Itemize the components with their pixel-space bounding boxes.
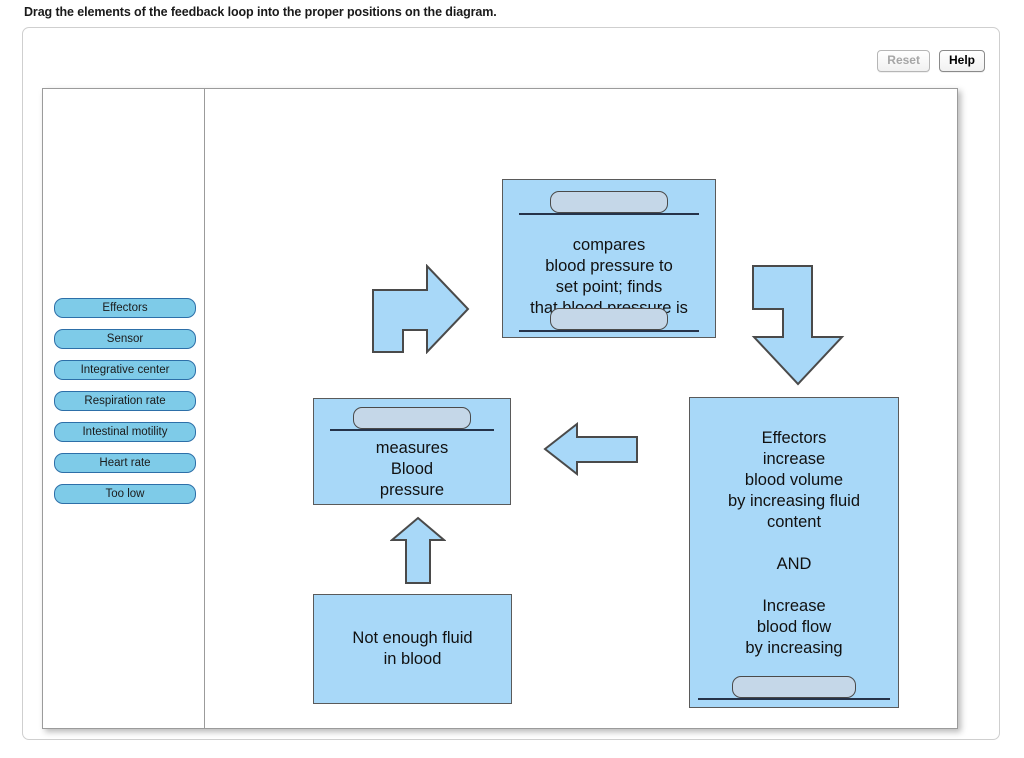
drop-slot-target[interactable] xyxy=(550,191,668,213)
draggable-token-respiration-rate[interactable]: Respiration rate xyxy=(54,391,196,411)
diagram-box-compare-text: compares blood pressure to set point; fi… xyxy=(530,236,688,317)
draggable-token-too-low[interactable]: Too low xyxy=(54,484,196,504)
diagram-box-compare: compares blood pressure to set point; fi… xyxy=(502,179,716,338)
draggable-token-effectors[interactable]: Effectors xyxy=(54,298,196,318)
arrow-left-icon xyxy=(543,422,638,476)
diagram-canvas: compares blood pressure to set point; fi… xyxy=(205,89,957,728)
diagram-box-effectors-text: Effectors increase blood volume by incre… xyxy=(727,429,861,657)
drop-slot-target[interactable] xyxy=(550,308,668,330)
draggable-token-intestinal-motility[interactable]: Intestinal motility xyxy=(54,422,196,442)
blank-line xyxy=(698,698,890,700)
draggable-token-integrative-center[interactable]: Integrative center xyxy=(54,360,196,380)
drop-slot-target[interactable] xyxy=(732,676,856,698)
diagram-box-effectors: Effectors increase blood volume by incre… xyxy=(689,397,899,708)
drop-slot-effectors-bottom[interactable] xyxy=(690,676,898,702)
reset-button[interactable]: Reset xyxy=(877,50,930,72)
diagram-box-measures: measures Blood pressure xyxy=(313,398,511,505)
drop-slot-measures-top[interactable] xyxy=(314,407,510,433)
toolbar: Reset Help xyxy=(877,50,985,72)
blank-line xyxy=(330,429,494,431)
diagram-workspace: Effectors Sensor Integrative center Resp… xyxy=(42,88,958,729)
drop-slot-target[interactable] xyxy=(353,407,471,429)
blank-line xyxy=(519,213,699,215)
arrow-bent-up-right-icon xyxy=(372,264,470,354)
drop-slot-compare-bottom[interactable] xyxy=(503,308,715,334)
draggable-token-sensor[interactable]: Sensor xyxy=(54,329,196,349)
page-instruction: Drag the elements of the feedback loop i… xyxy=(24,5,497,19)
diagram-box-not-enough-fluid-text: Not enough fluid in blood xyxy=(352,629,473,668)
diagram-box-measures-text: measures Blood pressure xyxy=(375,439,449,499)
blank-line xyxy=(519,330,699,332)
arrow-bent-right-down-icon xyxy=(751,265,845,386)
draggable-token-heart-rate[interactable]: Heart rate xyxy=(54,453,196,473)
help-button[interactable]: Help xyxy=(938,50,985,72)
diagram-box-not-enough-fluid: Not enough fluid in blood xyxy=(313,594,512,704)
arrow-up-icon xyxy=(390,516,446,584)
draggable-token-list: Effectors Sensor Integrative center Resp… xyxy=(54,298,196,504)
drop-slot-compare-top[interactable] xyxy=(503,191,715,217)
exercise-card: Reset Help Effectors Sensor Integrative … xyxy=(22,27,1000,740)
